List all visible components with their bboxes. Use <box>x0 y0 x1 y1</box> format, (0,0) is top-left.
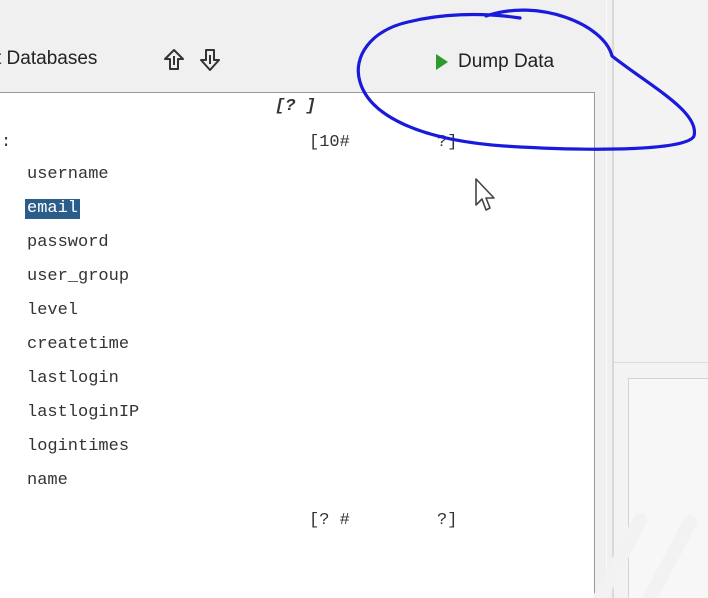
footer-marker-end: ?] <box>437 511 458 530</box>
database-tree-panel[interactable]: [? ] : [10# ?] username email password u… <box>0 92 595 598</box>
field-level[interactable]: level <box>25 301 80 321</box>
move-up-icon[interactable] <box>162 47 186 73</box>
field-createtime[interactable]: createtime <box>25 335 131 355</box>
field-logintimes[interactable]: logintimes <box>25 437 131 457</box>
field-lastlogin[interactable]: lastlogin <box>25 369 121 389</box>
field-name[interactable]: name <box>25 471 70 491</box>
field-username[interactable]: username <box>25 165 111 185</box>
field-password[interactable]: password <box>25 233 111 253</box>
get-databases-button[interactable]: t Databases <box>0 48 97 70</box>
field-user-group[interactable]: user_group <box>25 267 131 287</box>
field-lastloginip[interactable]: lastloginIP <box>25 403 141 423</box>
right-pane-divider <box>614 362 708 363</box>
toolbar: t Databases Dump Data <box>0 0 612 92</box>
field-email-selected[interactable]: email <box>25 199 81 219</box>
mouse-cursor-icon <box>475 178 495 211</box>
right-pane-box <box>628 378 708 598</box>
table-count-end: ?] <box>437 133 458 152</box>
table-count-marker: [10# <box>309 133 350 152</box>
move-down-icon[interactable] <box>198 47 222 73</box>
dump-data-label: Dump Data <box>458 51 555 72</box>
footer-marker-start: [? # <box>309 511 350 530</box>
app-window: t Databases Dump Data [? ] : [10# ?] use… <box>0 0 708 598</box>
dump-data-button[interactable]: Dump Data <box>430 44 560 80</box>
panel-divider-light <box>606 0 607 598</box>
header-marker: [? ] <box>275 97 316 116</box>
play-icon <box>436 54 448 70</box>
table-node-marker[interactable]: : <box>1 133 11 152</box>
